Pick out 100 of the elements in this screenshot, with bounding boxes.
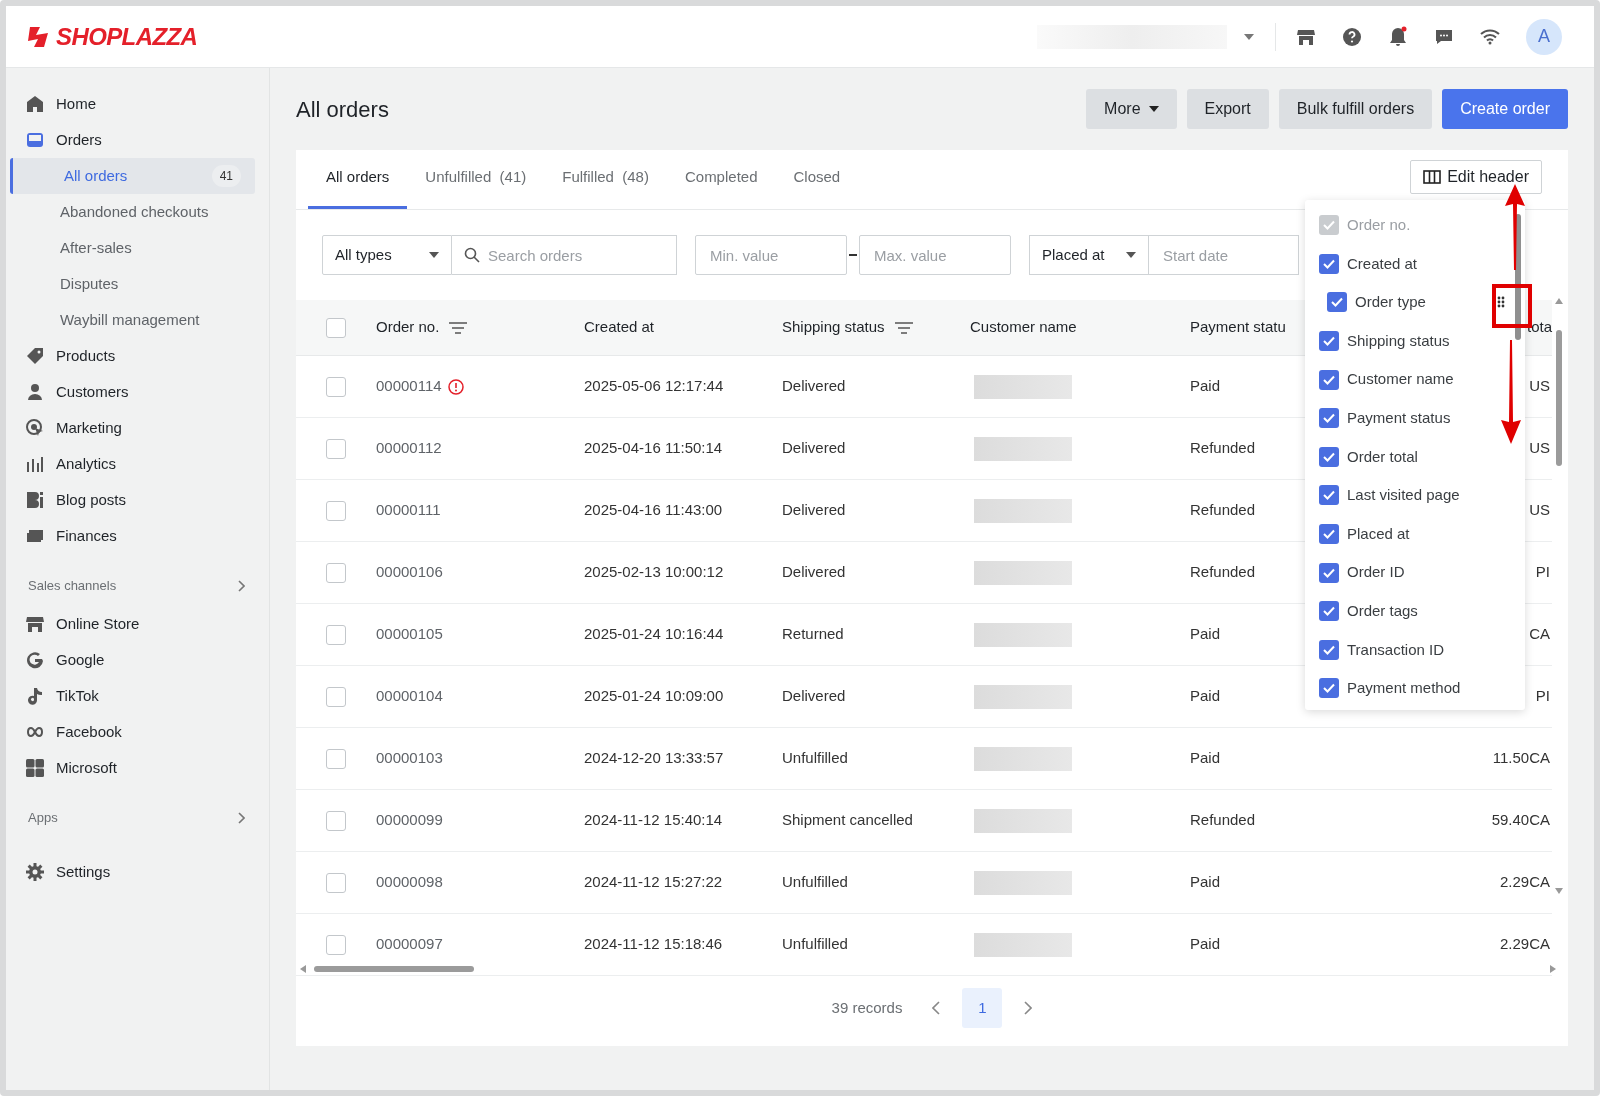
search-field[interactable]: Search orders	[452, 235, 677, 275]
tab[interactable]: Fulfilled (48)	[544, 149, 667, 209]
scroll-right-icon[interactable]	[1550, 965, 1556, 973]
column-option[interactable]: Customer name	[1347, 368, 1454, 391]
chevron-right-icon[interactable]	[1024, 1001, 1033, 1015]
checkbox[interactable]	[1319, 678, 1339, 699]
wifi-icon[interactable]	[1480, 28, 1500, 45]
order-number-link[interactable]: 00000112	[376, 437, 442, 460]
payment-status-cell-text: Paid	[1190, 686, 1221, 707]
nav-item[interactable]: Analytics	[6, 446, 269, 482]
column-option[interactable]: Last visited page	[1347, 484, 1460, 507]
nav-subitem[interactable]: After-sales	[10, 230, 255, 266]
checkbox[interactable]	[1319, 408, 1339, 429]
primary-button[interactable]: Create order	[1442, 89, 1568, 129]
checkbox[interactable]	[1319, 253, 1339, 274]
input-field[interactable]: Start date	[1149, 235, 1299, 275]
column-option[interactable]: Shipping status	[1347, 329, 1450, 353]
filter-icon[interactable]	[894, 321, 913, 334]
filter-icon[interactable]	[449, 321, 468, 334]
order-number-link[interactable]: 00000111	[376, 499, 441, 522]
checkbox[interactable]	[326, 438, 346, 459]
checkbox[interactable]	[326, 376, 346, 397]
action-button[interactable]: Bulk fulfill orders	[1278, 89, 1433, 129]
action-button[interactable]: Export	[1186, 89, 1269, 129]
checkbox[interactable]	[1319, 485, 1339, 506]
date-type-select[interactable]: Placed at	[1029, 235, 1149, 275]
column-option[interactable]: Order tags	[1347, 600, 1418, 623]
checkbox[interactable]	[326, 872, 346, 893]
checkbox[interactable]	[1319, 639, 1339, 660]
order-number-link[interactable]: 00000103	[376, 747, 443, 770]
checkbox[interactable]	[326, 748, 346, 769]
tab[interactable]: Closed	[775, 149, 859, 209]
nav-item[interactable]: Online Store	[6, 606, 269, 642]
column-option[interactable]: Order type	[1355, 291, 1426, 314]
checkbox[interactable]	[326, 624, 346, 645]
nav-subitem[interactable]: Waybill management	[10, 302, 255, 338]
order-number-link[interactable]: 00000098	[376, 871, 443, 894]
nav-item[interactable]: Google	[6, 642, 269, 678]
checkbox[interactable]	[326, 500, 346, 521]
caret-icon[interactable]	[1243, 32, 1255, 41]
order-number-link[interactable]: 00000099	[376, 809, 443, 832]
column-option[interactable]: Transaction ID	[1347, 638, 1444, 662]
horizontal-scrollbar[interactable]	[314, 966, 474, 972]
nav-item[interactable]: Products	[6, 338, 269, 374]
column-option[interactable]: Placed at	[1347, 522, 1410, 546]
type-select[interactable]: All types	[322, 235, 452, 275]
checkbox[interactable]	[326, 810, 346, 831]
chevron-left-icon[interactable]	[932, 1001, 941, 1015]
scroll-left-icon[interactable]	[300, 965, 306, 973]
nav-item[interactable]: Finances	[6, 518, 269, 554]
order-number-link[interactable]: 00000104	[376, 685, 443, 708]
help-icon[interactable]	[1342, 26, 1362, 47]
nav-item[interactable]: Facebook	[6, 714, 269, 750]
column-option[interactable]: Payment method	[1347, 677, 1461, 700]
checkbox[interactable]	[1319, 601, 1339, 622]
edit-header-button[interactable]: Edit header	[1410, 160, 1542, 194]
chevron-right-icon[interactable]	[238, 812, 245, 824]
nav-item[interactable]: Home	[6, 86, 269, 122]
nav-item[interactable]: Settings	[6, 854, 269, 890]
column-option[interactable]: Order ID	[1347, 561, 1405, 584]
user-avatar[interactable]: A	[1526, 18, 1562, 55]
nav-subitem[interactable]: Abandoned checkouts	[10, 194, 255, 230]
chevron-right-icon[interactable]	[238, 580, 245, 592]
nav-subitem[interactable]: All orders 41	[10, 158, 255, 194]
checkbox[interactable]	[326, 934, 346, 955]
input-field[interactable]: Min. value	[695, 235, 847, 275]
checkbox[interactable]	[1319, 524, 1339, 545]
order-number-link[interactable]: 00000097	[376, 933, 443, 956]
tab[interactable]: Unfulfilled (41)	[407, 149, 545, 209]
scroll-down-icon[interactable]	[1555, 888, 1563, 894]
nav-item[interactable]: Microsoft	[6, 750, 269, 786]
nav-item[interactable]: Customers	[6, 374, 269, 410]
order-number-link[interactable]: 00000114	[376, 375, 442, 398]
checkbox[interactable]	[1319, 331, 1339, 352]
checkbox[interactable]	[1327, 292, 1347, 313]
checkbox[interactable]	[1319, 446, 1339, 467]
nav-item[interactable]: TikTok	[6, 678, 269, 714]
order-number-link[interactable]: 00000105	[376, 623, 443, 646]
column-option[interactable]: Created at	[1347, 252, 1418, 276]
scroll-up-icon[interactable]	[1555, 298, 1563, 304]
checkbox[interactable]	[1319, 562, 1339, 583]
column-option[interactable]: Payment status	[1347, 407, 1451, 430]
checkbox[interactable]	[326, 562, 346, 583]
nav-item[interactable]: Blog posts	[6, 482, 269, 518]
tab[interactable]: All orders	[308, 149, 408, 209]
column-option[interactable]: Order total	[1347, 445, 1418, 469]
vertical-scrollbar[interactable]	[1556, 330, 1562, 466]
page-button[interactable]: 1	[962, 988, 1003, 1028]
nav-item[interactable]: Orders	[6, 122, 269, 158]
tab[interactable]: Completed	[666, 149, 776, 209]
checkbox[interactable]	[326, 686, 346, 707]
nav-item[interactable]: Marketing	[6, 410, 269, 446]
drag-handle-icon[interactable]	[1497, 296, 1505, 309]
notification-bell-icon[interactable]	[1388, 25, 1408, 48]
nav-subitem[interactable]: Disputes	[10, 266, 255, 302]
dropdown-button[interactable]: More	[1086, 89, 1177, 129]
checkbox[interactable]	[1319, 369, 1339, 390]
checkbox[interactable]	[326, 317, 346, 338]
input-field[interactable]: Max. value	[859, 235, 1011, 275]
order-number-link[interactable]: 00000106	[376, 561, 443, 584]
